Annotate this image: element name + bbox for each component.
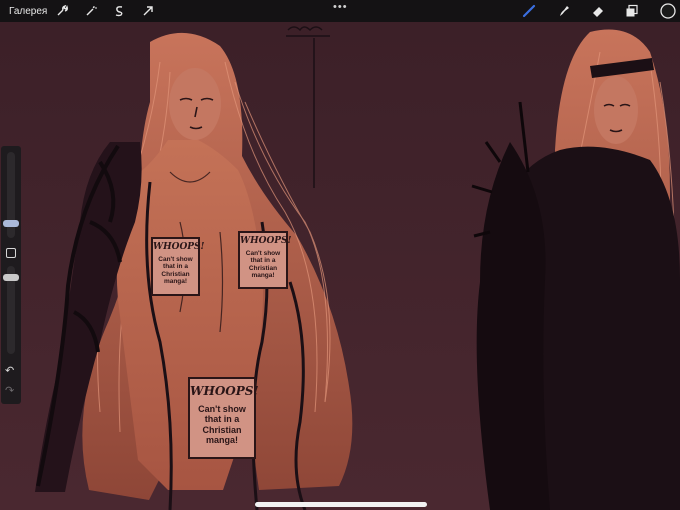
brush-size-thumb[interactable] <box>3 220 19 227</box>
sticker-title: WHOOPS! <box>153 242 205 252</box>
sticker-text: Can't show that in a Christian manga! <box>245 250 281 280</box>
opacity-thumb[interactable] <box>3 274 19 281</box>
drawing-canvas[interactable] <box>0 22 680 510</box>
sticker-text: Can't show that in a Christian manga! <box>158 256 193 286</box>
wrench-icon[interactable] <box>54 3 70 19</box>
artwork <box>0 22 680 510</box>
more-icon[interactable]: ••• <box>333 1 348 13</box>
smudge-icon[interactable] <box>556 3 572 19</box>
sticker-text: Can't show that in a Christian manga! <box>198 404 246 446</box>
layers-icon[interactable] <box>624 3 640 19</box>
sticker-title: WHOOPS! <box>190 384 259 398</box>
gallery-button[interactable]: Галерея <box>9 6 47 17</box>
eraser-icon[interactable] <box>590 3 606 19</box>
transform-arrow-icon[interactable] <box>140 3 156 19</box>
censor-sticker-3: WHOOPS! Can't show that in a Christian m… <box>188 377 259 459</box>
magic-wand-icon[interactable] <box>83 3 99 19</box>
undo-icon[interactable]: ↶ <box>5 364 14 377</box>
color-circle-icon[interactable] <box>659 2 677 20</box>
sticker-title: WHOOPS! <box>240 236 292 246</box>
redo-icon[interactable]: ↷ <box>5 384 14 397</box>
brush-icon[interactable] <box>521 3 537 19</box>
top-toolbar: Галерея ••• <box>0 0 680 22</box>
censor-sticker-2: WHOOPS! Can't show that in a Christian m… <box>238 231 292 289</box>
censor-sticker-1: WHOOPS! Can't show that in a Christian m… <box>151 237 205 296</box>
modify-button[interactable] <box>6 248 16 258</box>
home-indicator[interactable] <box>255 502 427 507</box>
brush-sidebar: ↶ ↷ <box>1 146 21 404</box>
selection-s-icon[interactable] <box>111 3 127 19</box>
